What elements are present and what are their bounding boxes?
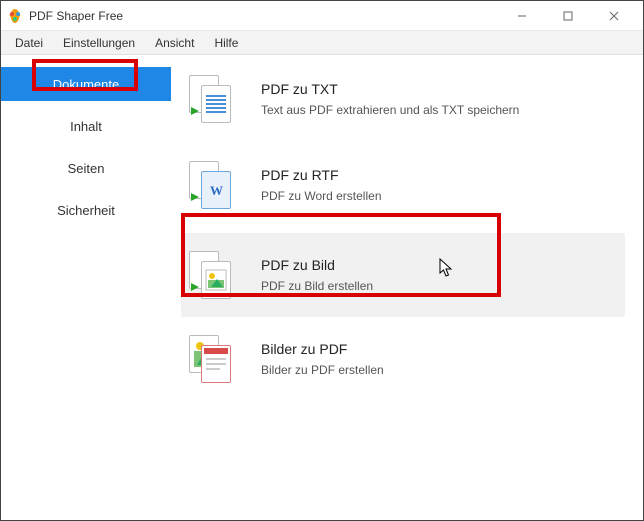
close-button[interactable] [591, 1, 637, 31]
sidebar-item-label: Seiten [68, 161, 105, 176]
pdf-image-icon [187, 249, 239, 301]
tool-text: Bilder zu PDF Bilder zu PDF erstellen [261, 341, 384, 377]
tool-title: PDF zu Bild [261, 257, 373, 273]
tool-desc: Text aus PDF extrahieren und als TXT spe… [261, 103, 519, 117]
sidebar-item-label: Dokumente [53, 77, 119, 92]
sidebar-item-seiten[interactable]: Seiten [1, 151, 171, 185]
sidebar-item-inhalt[interactable]: Inhalt [1, 109, 171, 143]
body: Dokumente Inhalt Seiten Sicherheit PDF z… [1, 55, 643, 520]
tool-desc: Bilder zu PDF erstellen [261, 363, 384, 377]
menu-view[interactable]: Ansicht [145, 33, 204, 53]
titlebar: PDF Shaper Free [1, 1, 643, 31]
app-title: PDF Shaper Free [29, 9, 499, 23]
sidebar-item-sicherheit[interactable]: Sicherheit [1, 193, 171, 227]
sidebar-item-label: Sicherheit [57, 203, 115, 218]
sidebar-item-dokumente[interactable]: Dokumente [1, 67, 171, 101]
minimize-button[interactable] [499, 1, 545, 31]
tool-title: Bilder zu PDF [261, 341, 384, 357]
app-icon [7, 8, 23, 24]
tool-title: PDF zu TXT [261, 81, 519, 97]
menu-settings[interactable]: Einstellungen [53, 33, 145, 53]
sidebar-item-label: Inhalt [70, 119, 102, 134]
tool-title: PDF zu RTF [261, 167, 382, 183]
images-pdf-icon [187, 333, 239, 385]
menu-help[interactable]: Hilfe [204, 33, 248, 53]
svg-text:W: W [210, 183, 223, 198]
window-controls [499, 1, 637, 31]
menu-file[interactable]: Datei [5, 33, 53, 53]
pdf-txt-icon [187, 73, 239, 125]
tool-pdf-to-rtf[interactable]: W PDF zu RTF PDF zu Word erstellen [181, 151, 625, 219]
content-area: PDF zu TXT Text aus PDF extrahieren und … [171, 55, 643, 520]
tool-text: PDF zu TXT Text aus PDF extrahieren und … [261, 81, 519, 117]
app-window: PDF Shaper Free Datei Einstellungen Ansi… [0, 0, 644, 521]
menubar: Datei Einstellungen Ansicht Hilfe [1, 31, 643, 55]
tool-desc: PDF zu Word erstellen [261, 189, 382, 203]
maximize-button[interactable] [545, 1, 591, 31]
tool-desc: PDF zu Bild erstellen [261, 279, 373, 293]
sidebar: Dokumente Inhalt Seiten Sicherheit [1, 55, 171, 520]
tool-pdf-to-image[interactable]: PDF zu Bild PDF zu Bild erstellen [181, 233, 625, 317]
tool-pdf-to-txt[interactable]: PDF zu TXT Text aus PDF extrahieren und … [181, 65, 625, 133]
tool-images-to-pdf[interactable]: Bilder zu PDF Bilder zu PDF erstellen [181, 325, 625, 393]
tool-text: PDF zu Bild PDF zu Bild erstellen [261, 257, 373, 293]
tool-text: PDF zu RTF PDF zu Word erstellen [261, 167, 382, 203]
pdf-rtf-icon: W [187, 159, 239, 211]
